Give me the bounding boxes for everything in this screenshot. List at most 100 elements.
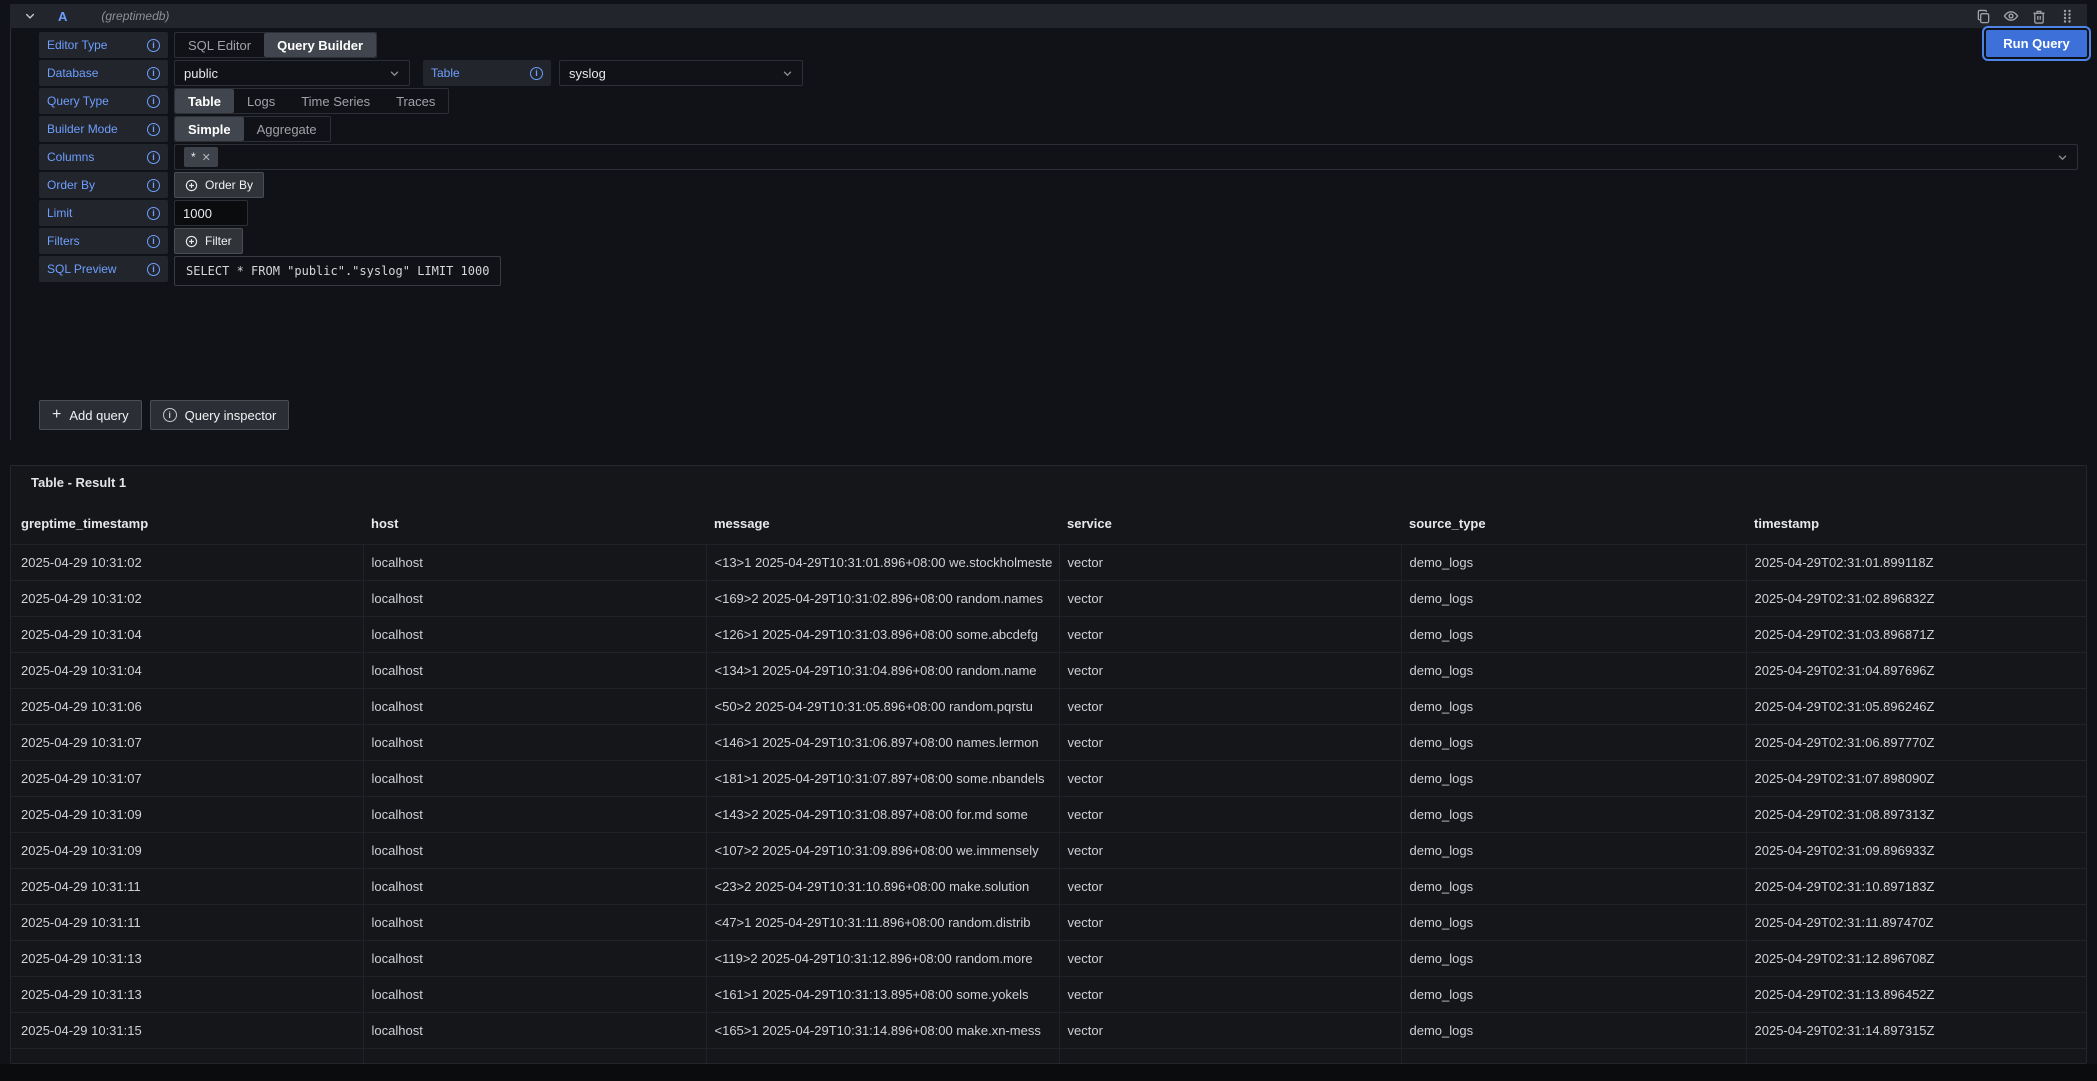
query-type-option-table[interactable]: Table xyxy=(175,89,234,113)
columns-multiselect[interactable]: * ✕ xyxy=(174,144,2078,170)
table-cell: 2025-04-29 10:31:06 xyxy=(11,688,363,724)
table-cell: localhost xyxy=(363,724,706,760)
table-cell: localhost xyxy=(363,1012,706,1048)
trash-icon[interactable] xyxy=(2029,6,2049,26)
page-bottom-strip xyxy=(0,1064,2097,1081)
editor-type-option-query-builder[interactable]: Query Builder xyxy=(264,33,376,57)
order-by-row: Order By i Order By xyxy=(39,172,2078,198)
table-cell: demo_logs xyxy=(1401,940,1746,976)
info-icon: i xyxy=(147,67,160,80)
table-cell: 2025-04-29T02:31:14.897315Z xyxy=(1746,1012,2086,1048)
info-icon: i xyxy=(163,408,177,422)
builder-mode-option-aggregate[interactable]: Aggregate xyxy=(244,117,330,141)
chevron-down-icon xyxy=(389,68,400,79)
add-filter-button[interactable]: Filter xyxy=(174,228,243,254)
query-footer-buttons: + Add query i Query inspector xyxy=(39,400,2078,430)
table-cell: demo_logs xyxy=(1401,580,1746,616)
table-row: 2025-04-29 10:31:04localhost<134>1 2025-… xyxy=(11,652,2086,688)
limit-row: Limit i xyxy=(39,200,2078,226)
info-icon: i xyxy=(147,151,160,164)
builder-mode-option-simple[interactable]: Simple xyxy=(175,117,244,141)
column-header-timestamp[interactable]: timestamp xyxy=(1746,504,2086,544)
table-cell: demo_logs xyxy=(1401,796,1746,832)
table-cell: vector xyxy=(1059,1012,1401,1048)
table-cell: 2025-04-29 10:31:13 xyxy=(11,976,363,1012)
eye-icon[interactable] xyxy=(2001,6,2021,26)
info-icon: i xyxy=(147,39,160,52)
datasource-hint: (greptimedb) xyxy=(101,9,169,23)
table-cell: 2025-04-29T02:31:05.896246Z xyxy=(1746,688,2086,724)
add-order-by-button[interactable]: Order By xyxy=(174,172,264,198)
table-cell: 2025-04-29 10:31:09 xyxy=(11,796,363,832)
results-panel-title: Table - Result 1 xyxy=(11,466,2086,504)
table-cell: demo_logs xyxy=(1401,688,1746,724)
table-cell: localhost xyxy=(363,904,706,940)
table-cell: demo_logs xyxy=(1401,1012,1746,1048)
table-cell xyxy=(1401,1048,1746,1064)
table-row-partial xyxy=(11,1048,2086,1064)
filters-label: Filters i xyxy=(39,228,168,254)
column-header-host[interactable]: host xyxy=(363,504,706,544)
query-header[interactable]: A (greptimedb) xyxy=(10,4,2087,28)
editor-type-radio-group: SQL Editor Query Builder xyxy=(174,32,377,58)
table-cell: vector xyxy=(1059,832,1401,868)
table-select[interactable]: syslog xyxy=(559,60,803,86)
builder-mode-label: Builder Mode i xyxy=(39,116,168,142)
table-cell: 2025-04-29T02:31:08.897313Z xyxy=(1746,796,2086,832)
editor-type-label: Editor Type i xyxy=(39,32,168,58)
query-inspector-button[interactable]: i Query inspector xyxy=(150,400,290,430)
table-cell: demo_logs xyxy=(1401,832,1746,868)
table-cell: vector xyxy=(1059,904,1401,940)
table-cell: localhost xyxy=(363,688,706,724)
table-cell: localhost xyxy=(363,940,706,976)
table-row: 2025-04-29 10:31:07localhost<181>1 2025-… xyxy=(11,760,2086,796)
plus-circle-icon xyxy=(185,235,198,248)
table-cell: <161>1 2025-04-29T10:31:13.895+08:00 som… xyxy=(706,976,1059,1012)
column-header-source-type[interactable]: source_type xyxy=(1401,504,1746,544)
table-cell: <50>2 2025-04-29T10:31:05.896+08:00 rand… xyxy=(706,688,1059,724)
info-icon: i xyxy=(147,207,160,220)
table-cell: <181>1 2025-04-29T10:31:07.897+08:00 som… xyxy=(706,760,1059,796)
chevron-down-icon[interactable] xyxy=(20,6,40,26)
limit-input[interactable] xyxy=(174,200,248,226)
info-icon: i xyxy=(147,235,160,248)
table-row: 2025-04-29 10:31:02localhost<169>2 2025-… xyxy=(11,580,2086,616)
column-header-service[interactable]: service xyxy=(1059,504,1401,544)
column-header-message[interactable]: message xyxy=(706,504,1059,544)
table-cell: 2025-04-29T02:31:09.896933Z xyxy=(1746,832,2086,868)
table-cell: demo_logs xyxy=(1401,868,1746,904)
column-header-greptime-timestamp[interactable]: greptime_timestamp xyxy=(11,504,363,544)
table-cell: localhost xyxy=(363,544,706,580)
table-label: Table i xyxy=(423,60,551,86)
table-cell: demo_logs xyxy=(1401,976,1746,1012)
query-type-option-traces[interactable]: Traces xyxy=(383,89,448,113)
info-icon: i xyxy=(147,95,160,108)
table-cell: vector xyxy=(1059,652,1401,688)
table-cell: vector xyxy=(1059,940,1401,976)
table-cell xyxy=(706,1048,1059,1064)
table-row: 2025-04-29 10:31:11localhost<47>1 2025-0… xyxy=(11,904,2086,940)
drag-handle-icon[interactable] xyxy=(2057,6,2077,26)
table-cell: <126>1 2025-04-29T10:31:03.896+08:00 som… xyxy=(706,616,1059,652)
database-select[interactable]: public xyxy=(174,60,410,86)
info-icon: i xyxy=(147,179,160,192)
query-type-label: Query Type i xyxy=(39,88,168,114)
table-cell: 2025-04-29 10:31:15 xyxy=(11,1012,363,1048)
add-query-button[interactable]: + Add query xyxy=(39,400,142,430)
remove-chip-icon[interactable]: ✕ xyxy=(202,151,211,164)
table-row: 2025-04-29 10:31:06localhost<50>2 2025-0… xyxy=(11,688,2086,724)
table-cell: vector xyxy=(1059,760,1401,796)
editor-type-option-sql-editor[interactable]: SQL Editor xyxy=(175,33,264,57)
table-row: 2025-04-29 10:31:15localhost<165>1 2025-… xyxy=(11,1012,2086,1048)
table-cell: <47>1 2025-04-29T10:31:11.896+08:00 rand… xyxy=(706,904,1059,940)
table-cell: vector xyxy=(1059,616,1401,652)
table-cell: vector xyxy=(1059,868,1401,904)
table-cell: vector xyxy=(1059,580,1401,616)
query-type-option-time-series[interactable]: Time Series xyxy=(288,89,383,113)
table-cell: vector xyxy=(1059,688,1401,724)
table-cell: <143>2 2025-04-29T10:31:08.897+08:00 for… xyxy=(706,796,1059,832)
copy-query-icon[interactable] xyxy=(1973,6,1993,26)
limit-label: Limit i xyxy=(39,200,168,226)
query-type-option-logs[interactable]: Logs xyxy=(234,89,288,113)
filters-row: Filters i Filter xyxy=(39,228,2078,254)
